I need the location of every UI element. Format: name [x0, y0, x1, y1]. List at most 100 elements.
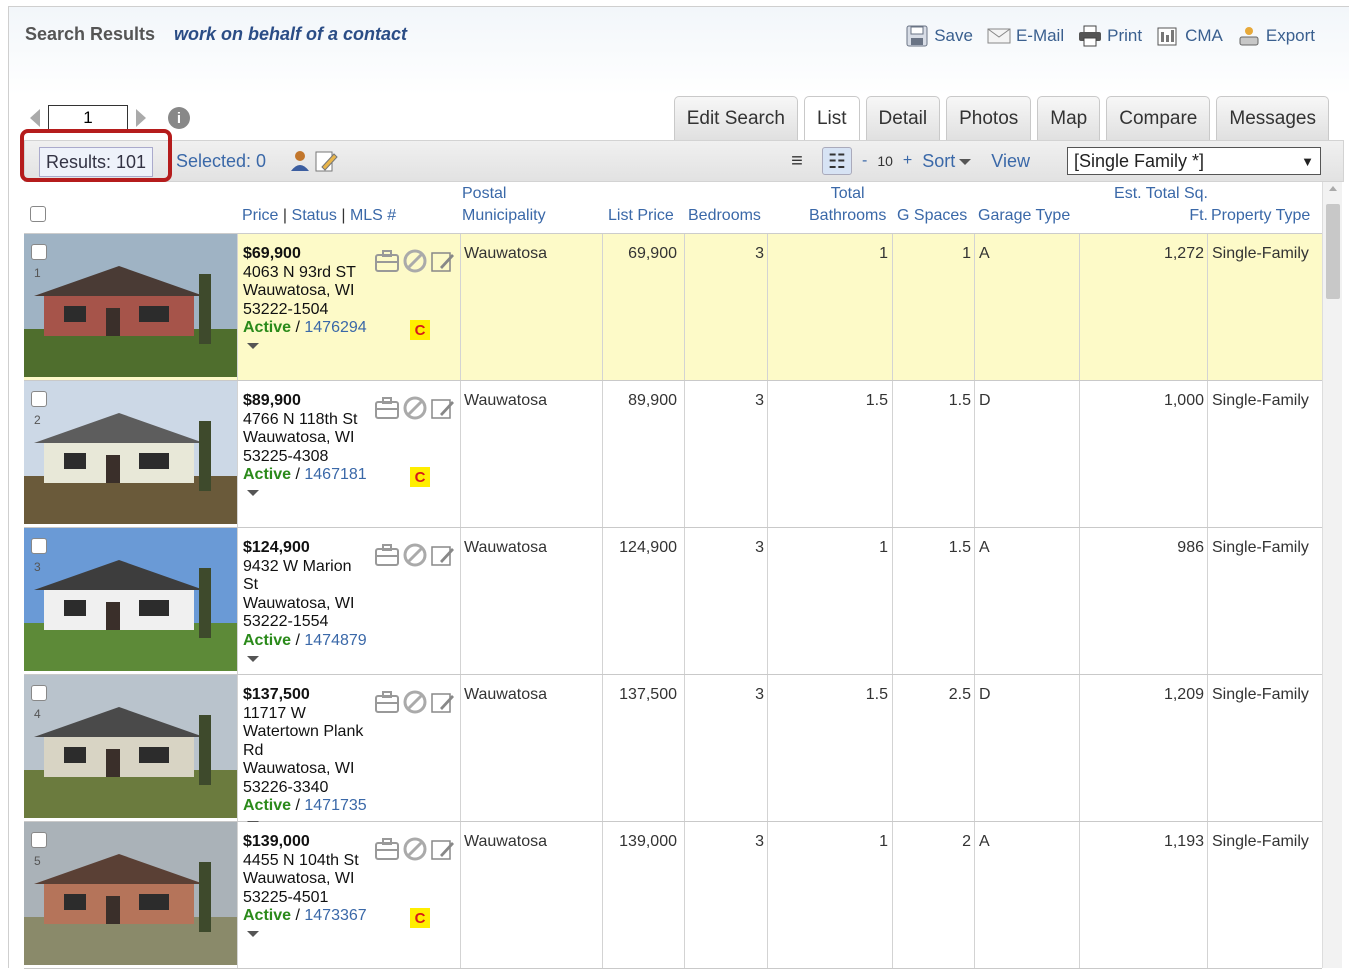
- mls-number-link[interactable]: 1474879: [304, 632, 366, 649]
- mls-number-link[interactable]: 1467181: [304, 466, 366, 483]
- edit-note-icon[interactable]: [430, 542, 456, 568]
- listing-price[interactable]: $89,900: [243, 392, 301, 409]
- action-bar: Save E-Mail Print CMA Export: [905, 25, 1315, 47]
- contact-icon[interactable]: [289, 149, 311, 173]
- row-checkbox[interactable]: [31, 391, 47, 407]
- cma-badge: C: [410, 467, 430, 487]
- block-icon[interactable]: [402, 248, 428, 274]
- tab-messages[interactable]: Messages: [1216, 96, 1329, 140]
- row-checkbox[interactable]: [31, 832, 47, 848]
- table-row[interactable]: 4 $137,500 11717 W Watertown Plank Rd Wauwato…: [24, 675, 1322, 828]
- header-garage-spaces[interactable]: G Spaces: [897, 205, 967, 227]
- mls-number-link[interactable]: 1476294: [304, 319, 366, 336]
- header-price-status-mls: Price | Status | MLS #: [242, 205, 396, 227]
- row-checkbox[interactable]: [31, 685, 47, 701]
- chevron-down-icon[interactable]: [247, 490, 259, 497]
- listing-photo[interactable]: [24, 822, 237, 965]
- header-status[interactable]: Status: [292, 207, 337, 224]
- row-checkbox[interactable]: [31, 244, 47, 260]
- next-page-icon[interactable]: [136, 109, 146, 127]
- decrease-per-page-button[interactable]: -: [862, 152, 867, 170]
- header-list-price[interactable]: List Price: [608, 205, 674, 227]
- mls-number-link[interactable]: 1471735: [304, 797, 366, 814]
- compact-list-icon[interactable]: ≡: [782, 147, 812, 175]
- chevron-down-icon[interactable]: [247, 931, 259, 938]
- increase-per-page-button[interactable]: +: [903, 152, 912, 170]
- listing-photo[interactable]: [24, 381, 237, 524]
- view-select[interactable]: [Single Family *] ▼: [1067, 147, 1321, 175]
- row-actions: [374, 689, 456, 715]
- column-divider: [892, 381, 893, 527]
- info-icon[interactable]: i: [168, 107, 190, 129]
- tab-map[interactable]: Map: [1037, 96, 1101, 140]
- listing-price[interactable]: $139,000: [243, 833, 310, 850]
- briefcase-icon[interactable]: [374, 248, 400, 274]
- chevron-down-icon[interactable]: [247, 655, 259, 662]
- selected-count[interactable]: Selected: 0: [176, 151, 266, 172]
- edit-note-icon[interactable]: [430, 836, 456, 862]
- edit-note-icon[interactable]: [430, 689, 456, 715]
- header-price[interactable]: Price: [242, 207, 278, 224]
- tab-list[interactable]: List: [803, 96, 860, 140]
- block-icon[interactable]: [402, 542, 428, 568]
- property-type-cell: Single-Family: [1212, 833, 1309, 850]
- tab-detail[interactable]: Detail: [865, 96, 941, 140]
- property-type-cell: Single-Family: [1212, 686, 1309, 703]
- block-icon[interactable]: [402, 836, 428, 862]
- email-button[interactable]: E-Mail: [987, 25, 1064, 47]
- block-icon[interactable]: [402, 395, 428, 421]
- header-bathrooms[interactable]: Total Bathrooms: [809, 183, 886, 227]
- edit-note-icon[interactable]: [430, 395, 456, 421]
- listing-photo[interactable]: [24, 675, 237, 818]
- detailed-list-icon[interactable]: ☷: [822, 147, 852, 175]
- garage-type-cell: A: [979, 245, 990, 262]
- save-button[interactable]: Save: [905, 25, 973, 47]
- garage-spaces-cell: 2.5: [948, 686, 971, 703]
- briefcase-icon[interactable]: [374, 542, 400, 568]
- page-number-input[interactable]: [48, 105, 128, 131]
- selection-tools: [289, 149, 338, 173]
- square-feet-cell: 1,209: [1163, 686, 1204, 703]
- edit-notes-icon[interactable]: [314, 149, 338, 173]
- print-button[interactable]: Print: [1078, 25, 1142, 47]
- briefcase-icon[interactable]: [374, 395, 400, 421]
- scroll-up-icon[interactable]: [1329, 186, 1337, 191]
- tab-photos[interactable]: Photos: [946, 96, 1032, 140]
- tab-compare[interactable]: Compare: [1106, 96, 1211, 140]
- header-square-feet[interactable]: Est. Total Sq. Ft.: [1108, 183, 1208, 227]
- tab-edit-search[interactable]: Edit Search: [673, 96, 798, 140]
- sort-button[interactable]: Sort: [922, 151, 972, 172]
- municipality-cell: Wauwatosa: [464, 539, 547, 556]
- cma-button[interactable]: CMA: [1156, 25, 1223, 47]
- header-municipality[interactable]: Postal Municipality: [462, 183, 546, 227]
- select-all-checkbox[interactable]: [30, 206, 46, 222]
- briefcase-icon[interactable]: [374, 689, 400, 715]
- header-bedrooms[interactable]: Bedrooms: [688, 205, 761, 227]
- save-label: Save: [934, 26, 973, 45]
- export-button[interactable]: Export: [1237, 25, 1315, 47]
- scroll-thumb[interactable]: [1326, 204, 1340, 299]
- table-row[interactable]: 2 $89,900 4766 N 118th St Wauwatosa, WI 5322…: [24, 381, 1322, 528]
- listing-price[interactable]: $69,900: [243, 245, 301, 262]
- chevron-down-icon[interactable]: [247, 343, 259, 350]
- header-mls[interactable]: MLS #: [350, 207, 396, 224]
- column-divider: [684, 675, 685, 821]
- header-garage-type[interactable]: Garage Type: [978, 205, 1070, 227]
- listing-price[interactable]: $137,500: [243, 686, 310, 703]
- edit-note-icon[interactable]: [430, 248, 456, 274]
- briefcase-icon[interactable]: [374, 836, 400, 862]
- row-checkbox[interactable]: [31, 538, 47, 554]
- header-property-type[interactable]: Property Type: [1211, 205, 1310, 227]
- previous-page-icon[interactable]: [30, 109, 40, 127]
- table-row[interactable]: 5 $139,000 4455 N 104th St Wauwatosa, WI 532…: [24, 822, 1322, 969]
- property-type-cell: Single-Family: [1212, 539, 1309, 556]
- listing-price[interactable]: $124,900: [243, 539, 310, 556]
- listing-photo[interactable]: [24, 234, 237, 377]
- vertical-scrollbar[interactable]: [1322, 182, 1342, 968]
- address-line: Rd: [243, 741, 264, 759]
- mls-number-link[interactable]: 1473367: [304, 907, 366, 924]
- table-row[interactable]: 1 $69,900 4063 N 93rd ST Wauwatosa, WI 53222…: [24, 234, 1322, 381]
- listing-photo[interactable]: [24, 528, 237, 671]
- table-row[interactable]: 3 $124,900 9432 W Marion St Wauwatosa, WI 53…: [24, 528, 1322, 675]
- block-icon[interactable]: [402, 689, 428, 715]
